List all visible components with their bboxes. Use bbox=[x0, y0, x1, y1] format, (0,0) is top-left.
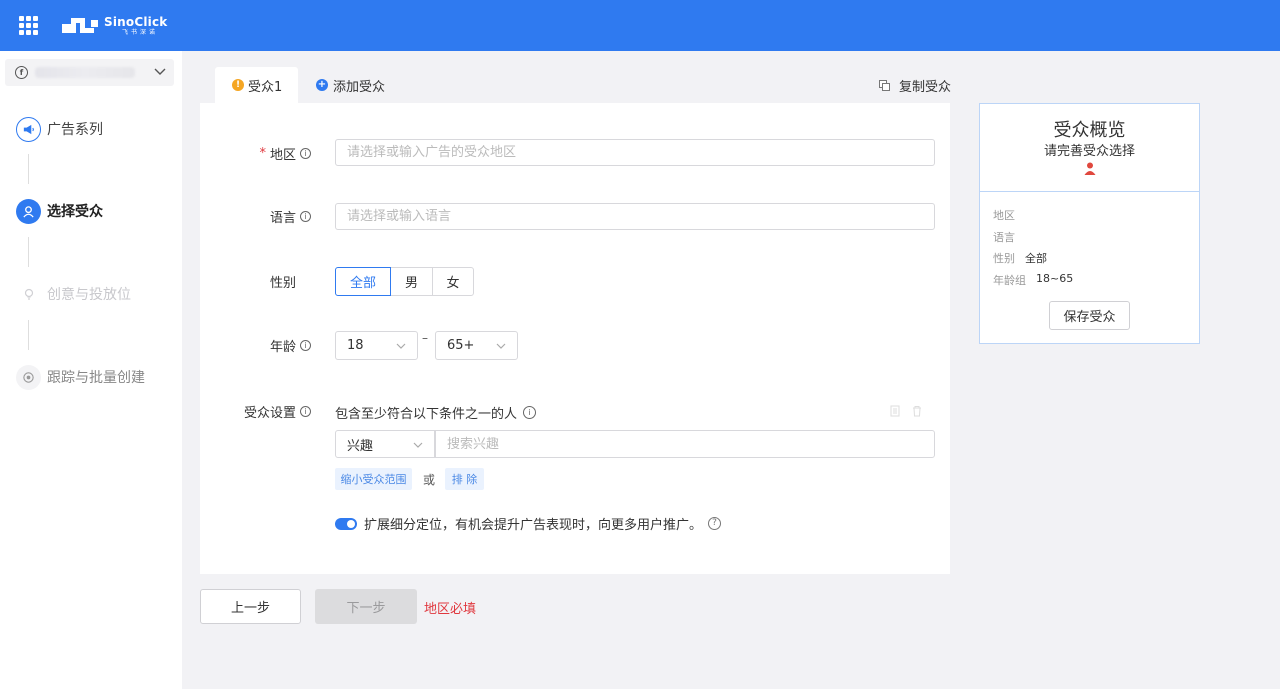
expand-targeting-text: 扩展细分定位，有机会提升广告表现时，向更多用户推广。 bbox=[364, 518, 703, 533]
add-audience-label: 添加受众 bbox=[333, 79, 386, 95]
age-label: 年龄 i bbox=[230, 336, 311, 355]
step-connector bbox=[28, 237, 29, 267]
app-grid-icon[interactable] bbox=[19, 16, 38, 35]
language-label-text: 语言 bbox=[269, 210, 296, 226]
overview-header: 受众概览 请完善受众选择 bbox=[980, 104, 1199, 192]
narrow-audience-button[interactable]: 缩小受众范围 bbox=[335, 468, 412, 490]
info-icon[interactable]: i bbox=[523, 406, 537, 419]
save-audience-button[interactable]: 保存受众 bbox=[1049, 301, 1130, 330]
sinoclick-logo-icon bbox=[62, 16, 100, 36]
brand-name: SinoClick bbox=[104, 15, 168, 29]
overview-row-age: 年龄组 18~65 bbox=[993, 272, 1073, 288]
interest-search-input[interactable] bbox=[435, 430, 935, 458]
brand-logo[interactable]: SinoClick 飞书深诺 bbox=[62, 14, 167, 38]
chevron-down-icon bbox=[413, 442, 423, 448]
gender-option-all[interactable]: 全部 bbox=[335, 267, 391, 296]
step-label: 广告系列 bbox=[47, 122, 103, 138]
audience-settings-label: 受众设置 i bbox=[230, 402, 311, 421]
step-audience[interactable]: 选择受众 bbox=[16, 198, 103, 224]
age-separator: – bbox=[422, 331, 428, 345]
add-audience-button[interactable]: + 添加受众 bbox=[316, 67, 385, 103]
step-campaign[interactable]: 广告系列 bbox=[16, 116, 103, 142]
overview-key: 年龄组 bbox=[993, 274, 1026, 287]
overview-row-language: 语言 bbox=[993, 229, 1025, 245]
age-min-select[interactable]: 18 bbox=[335, 331, 418, 360]
audience-form-panel bbox=[200, 103, 950, 574]
step-connector bbox=[28, 320, 29, 350]
overview-key: 地区 bbox=[993, 209, 1015, 222]
age-max-value: 65+ bbox=[447, 338, 475, 353]
region-input[interactable] bbox=[335, 139, 935, 166]
step-label: 跟踪与批量创建 bbox=[47, 370, 145, 386]
exclude-button[interactable]: 排 除 bbox=[445, 468, 484, 490]
copy-audience-label: 复制受众 bbox=[899, 79, 952, 95]
step-creative[interactable]: 创意与投放位 bbox=[16, 281, 131, 307]
tab-audience-1[interactable]: ! 受众1 bbox=[215, 67, 298, 103]
step-connector bbox=[28, 154, 29, 184]
info-icon[interactable]: i bbox=[300, 405, 311, 417]
delete-icon[interactable] bbox=[912, 405, 922, 417]
brand-subtitle: 飞书深诺 bbox=[122, 29, 159, 36]
gender-option-male[interactable]: 男 bbox=[390, 267, 433, 296]
chevron-down-icon bbox=[496, 343, 506, 349]
audience-condition: 包含至少符合以下条件之一的人 i bbox=[335, 403, 537, 422]
lightbulb-icon bbox=[16, 281, 41, 307]
age-max-select[interactable]: 65+ bbox=[435, 331, 518, 360]
overview-title: 受众概览 bbox=[1053, 120, 1126, 141]
language-input[interactable] bbox=[335, 203, 935, 230]
interest-type-select[interactable]: 兴趣 bbox=[335, 430, 435, 458]
step-tracking[interactable]: 跟踪与批量创建 bbox=[16, 364, 145, 390]
gender-option-female[interactable]: 女 bbox=[432, 267, 474, 296]
sidebar: f 广告系列 选择受众 创意与投放位 跟踪与批量创建 bbox=[0, 51, 182, 689]
copy-audience-button[interactable]: 复制受众 bbox=[879, 67, 951, 103]
overview-row-region: 地区 bbox=[993, 207, 1025, 223]
gender-segmented: 全部 男 女 bbox=[335, 267, 474, 296]
expand-targeting-toggle[interactable] bbox=[335, 518, 357, 530]
overview-value: 18~65 bbox=[1036, 272, 1074, 285]
or-label: 或 bbox=[423, 473, 436, 487]
interest-type-value: 兴趣 bbox=[347, 438, 374, 454]
target-icon bbox=[16, 364, 41, 390]
step-label: 选择受众 bbox=[47, 204, 103, 220]
audience-icon bbox=[16, 198, 41, 224]
chevron-down-icon bbox=[396, 343, 406, 349]
gender-label-text: 性别 bbox=[269, 275, 296, 291]
help-icon[interactable]: ? bbox=[708, 517, 722, 530]
audience-condition-text: 包含至少符合以下条件之一的人 bbox=[335, 407, 518, 422]
chevron-down-icon bbox=[154, 68, 166, 75]
copy-condition-icon[interactable] bbox=[890, 405, 900, 417]
warning-icon: ! bbox=[232, 79, 244, 91]
user-icon bbox=[1084, 162, 1096, 175]
audience-overview-card: 受众概览 请完善受众选择 地区 语言 性别 全部 年龄组 18~65 保存受众 bbox=[979, 103, 1200, 344]
age-label-text: 年龄 bbox=[269, 339, 296, 355]
megaphone-icon bbox=[16, 116, 41, 142]
overview-subtitle: 请完善受众选择 bbox=[1043, 144, 1135, 159]
region-label: * 地区 i bbox=[230, 144, 311, 163]
required-mark: * bbox=[259, 145, 266, 161]
overview-key: 性别 bbox=[993, 252, 1015, 265]
account-selector[interactable]: f bbox=[5, 59, 174, 86]
prev-step-button[interactable]: 上一步 bbox=[200, 589, 301, 624]
language-label: 语言 i bbox=[230, 207, 311, 226]
top-header: SinoClick 飞书深诺 bbox=[0, 0, 1280, 51]
info-icon[interactable]: i bbox=[300, 147, 311, 159]
next-step-button[interactable]: 下一步 bbox=[315, 589, 417, 624]
overview-key: 语言 bbox=[993, 231, 1015, 244]
audience-settings-text: 受众设置 bbox=[243, 405, 296, 421]
account-name-blurred bbox=[35, 67, 135, 78]
info-icon[interactable]: i bbox=[300, 339, 311, 351]
gender-label: 性别 bbox=[230, 272, 296, 291]
overview-value: 全部 bbox=[1025, 252, 1047, 265]
copy-icon bbox=[879, 79, 890, 91]
step-label: 创意与投放位 bbox=[47, 287, 131, 303]
info-icon[interactable]: i bbox=[300, 210, 311, 222]
age-min-value: 18 bbox=[347, 338, 364, 353]
tab-label: 受众1 bbox=[248, 79, 283, 95]
overview-row-gender: 性别 全部 bbox=[993, 250, 1047, 266]
facebook-icon: f bbox=[15, 66, 28, 79]
plus-icon: + bbox=[316, 79, 328, 91]
region-required-error: 地区必填 bbox=[424, 602, 477, 617]
expand-targeting-label: 扩展细分定位，有机会提升广告表现时，向更多用户推广。 ? bbox=[364, 514, 722, 533]
region-label-text: 地区 bbox=[269, 147, 296, 163]
